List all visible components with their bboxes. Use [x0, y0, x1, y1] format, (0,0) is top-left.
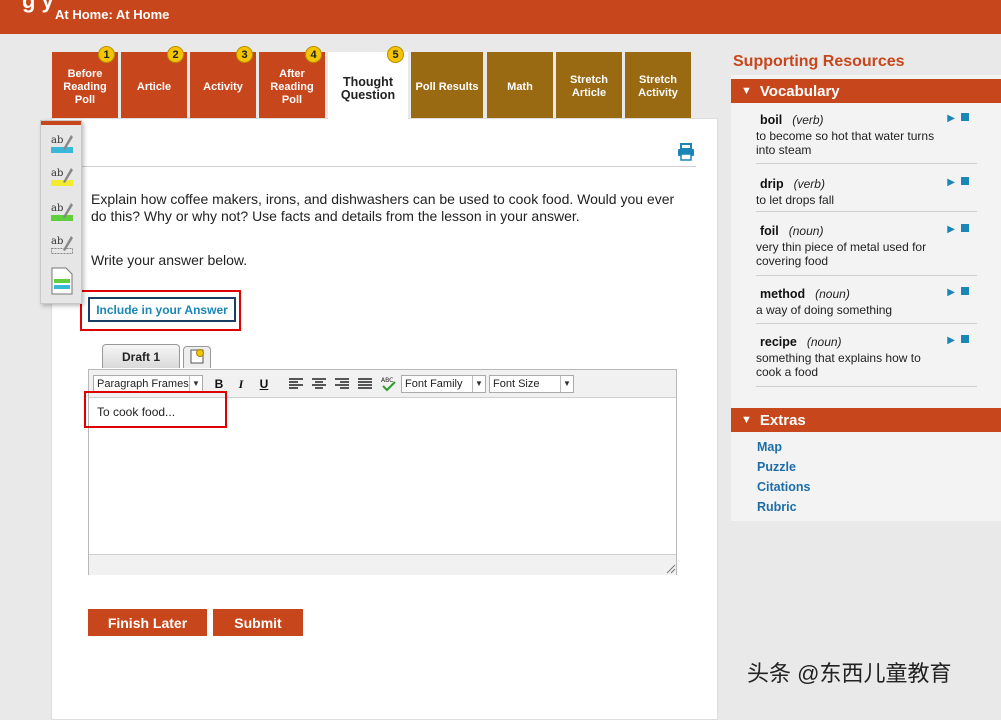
annotation-tool-palette: ab ab ab ab: [40, 120, 82, 304]
resize-handle-icon[interactable]: [666, 564, 676, 574]
highlighter-green-icon[interactable]: ab: [51, 201, 73, 225]
svg-text:ab: ab: [51, 135, 63, 146]
play-audio-icon[interactable]: ▶: [947, 287, 955, 298]
draft-tab[interactable]: Draft 1: [102, 344, 180, 368]
divider: [82, 166, 696, 167]
highlighter-yellow-icon[interactable]: ab: [51, 166, 73, 190]
vocab-item: foil (noun) very thin piece of metal used…: [756, 222, 977, 276]
stop-audio-icon[interactable]: [961, 177, 969, 185]
spellcheck-icon[interactable]: ABC: [380, 375, 398, 393]
chevron-down-icon: ▼: [560, 376, 573, 392]
vocab-item: boil (verb) to become so hot that water t…: [756, 111, 977, 164]
sticky-note-icon: [190, 349, 204, 364]
tab-stretch-article[interactable]: Stretch Article: [556, 52, 622, 118]
extras-link-map[interactable]: Map: [757, 440, 782, 454]
align-right-icon[interactable]: [335, 378, 349, 390]
breadcrumb[interactable]: At Home: At Home: [55, 7, 169, 22]
svg-text:ab: ab: [51, 203, 63, 214]
stop-audio-icon[interactable]: [961, 335, 969, 343]
tab-math[interactable]: Math: [487, 52, 553, 118]
extras-link-citations[interactable]: Citations: [757, 480, 810, 494]
tab-poll-results[interactable]: Poll Results: [411, 52, 483, 118]
svg-text:ab: ab: [51, 236, 63, 247]
step-badge: 3: [236, 46, 253, 63]
submit-button[interactable]: Submit: [213, 609, 303, 636]
highlight-box: [84, 391, 227, 428]
page-title: g y: [22, 0, 54, 13]
font-family-select[interactable]: Font Family ▼: [401, 375, 486, 393]
svg-text:ABC: ABC: [381, 377, 393, 384]
triangle-down-icon: ▼: [741, 414, 752, 426]
step-badge: 4: [305, 46, 322, 63]
print-icon[interactable]: [677, 143, 695, 161]
svg-text:ab: ab: [51, 168, 63, 179]
font-size-select[interactable]: Font Size ▼: [489, 375, 574, 393]
include-in-answer-button[interactable]: Include in your Answer: [88, 297, 236, 322]
play-audio-icon[interactable]: ▶: [947, 335, 955, 346]
notes-icon[interactable]: [51, 267, 73, 295]
step-badge: 2: [167, 46, 184, 63]
italic-button[interactable]: I: [233, 376, 249, 392]
sticky-note-tab[interactable]: [183, 346, 211, 368]
question-prompt: Explain how coffee makers, irons, and di…: [91, 191, 675, 224]
step-badge: 1: [98, 46, 115, 63]
answer-instruction: Write your answer below.: [91, 252, 248, 268]
highlighter-clear-icon[interactable]: ab: [51, 234, 73, 258]
align-left-icon[interactable]: [289, 378, 303, 390]
align-center-icon[interactable]: [312, 378, 326, 390]
finish-later-button[interactable]: Finish Later: [88, 609, 207, 636]
chevron-down-icon: ▼: [472, 376, 485, 392]
underline-button[interactable]: U: [256, 376, 272, 392]
vocab-item: method (noun) a way of doing something ▶: [756, 285, 977, 324]
align-justify-icon[interactable]: [358, 378, 372, 390]
extras-link-rubric[interactable]: Rubric: [757, 500, 797, 514]
bold-button[interactable]: B: [211, 376, 227, 392]
play-audio-icon[interactable]: ▶: [947, 224, 955, 235]
vocab-item: drip (verb) to let drops fall ▶: [756, 175, 977, 212]
tab-stretch-activity[interactable]: Stretch Activity: [625, 52, 691, 118]
watermark-text: 头条 @东西儿童教育: [747, 661, 952, 686]
stop-audio-icon[interactable]: [961, 113, 969, 121]
palette-handle[interactable]: [41, 121, 81, 125]
step-badge: 5: [387, 46, 404, 63]
extras-header[interactable]: ▼ Extras: [731, 408, 1001, 432]
triangle-down-icon: ▼: [741, 85, 752, 97]
stop-audio-icon[interactable]: [961, 224, 969, 232]
editor-statusbar: [89, 554, 676, 575]
stop-audio-icon[interactable]: [961, 287, 969, 295]
play-audio-icon[interactable]: ▶: [947, 177, 955, 188]
supporting-resources-title: Supporting Resources: [733, 53, 905, 70]
chevron-down-icon: ▼: [189, 376, 202, 392]
highlighter-blue-icon[interactable]: ab: [51, 133, 73, 157]
vocabulary-header[interactable]: ▼ Vocabulary: [731, 79, 1001, 103]
vocab-item: recipe (noun) something that explains how…: [756, 333, 977, 387]
play-audio-icon[interactable]: ▶: [947, 113, 955, 124]
extras-link-puzzle[interactable]: Puzzle: [757, 460, 796, 474]
